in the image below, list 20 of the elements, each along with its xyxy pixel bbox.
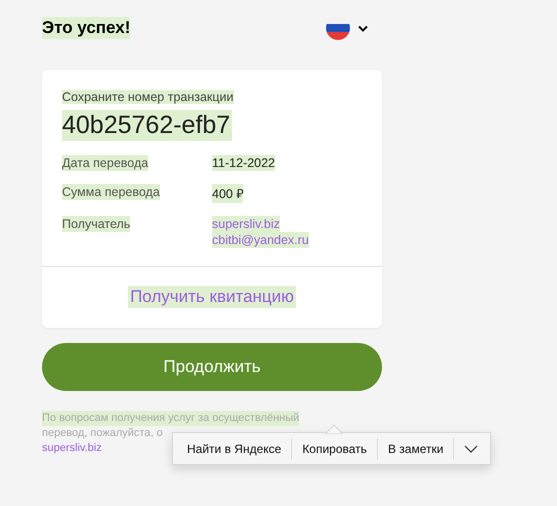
- footer-text: перевод, пожалуйста, о: [42, 426, 163, 441]
- menu-item[interactable]: В заметки: [378, 433, 454, 464]
- detail-label: Сумма перевода: [62, 184, 160, 200]
- page-title: Это успех!: [42, 17, 130, 39]
- chevron-down-icon[interactable]: [358, 24, 368, 32]
- menu-item[interactable]: Копировать: [292, 433, 377, 464]
- detail-value: 11-12-2022: [212, 155, 276, 171]
- caption: Сохраните номер транзакции: [62, 90, 234, 104]
- chevron-down-icon[interactable]: [464, 444, 478, 452]
- detail-label: Дата перевода: [62, 155, 148, 171]
- detail-label: Получатель: [62, 216, 130, 232]
- recipient-link[interactable]: supersliv.biz: [212, 216, 280, 232]
- menu-item[interactable]: Найти в Яндексе: [177, 433, 292, 464]
- continue-button[interactable]: Продолжить: [42, 343, 382, 391]
- detail-value: 400 ₽: [212, 184, 244, 203]
- footer-text: По вопросам получения услуг за осуществлённый: [42, 411, 300, 426]
- recipient-link[interactable]: cbitbi@yandex.ru: [212, 232, 309, 248]
- transaction-id: 40b25762-efb7: [62, 110, 232, 141]
- receipt-link[interactable]: Получить квитанцию: [128, 286, 296, 308]
- footer-link[interactable]: supersliv.biz: [42, 441, 102, 456]
